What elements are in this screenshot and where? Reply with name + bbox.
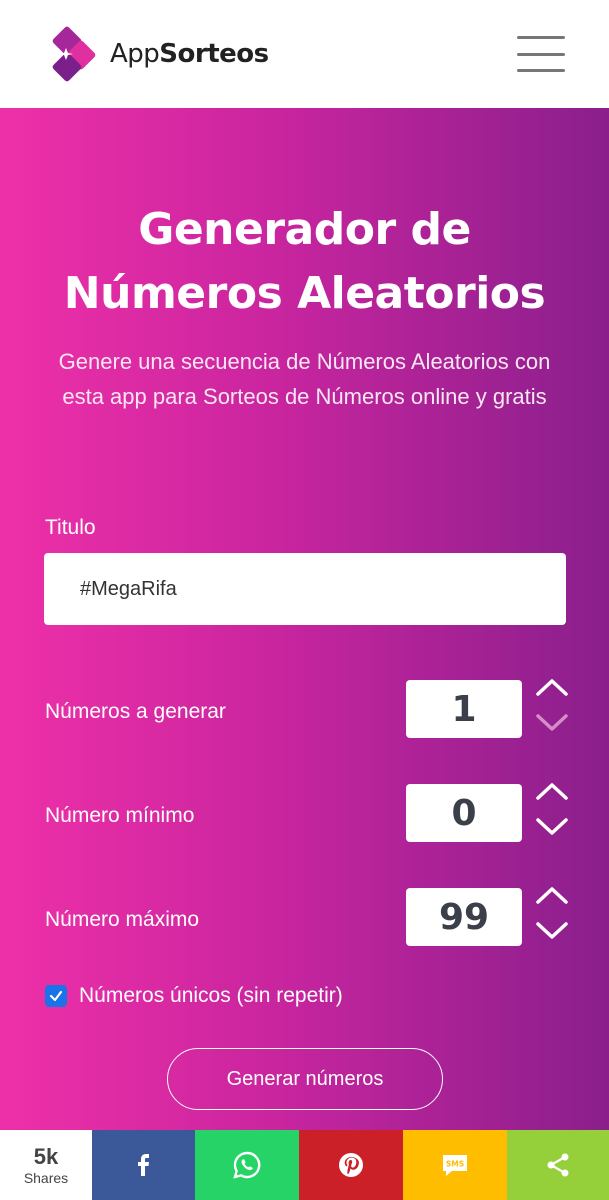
page-subtitle: Genere una secuencia de Números Aleatori… <box>58 349 551 409</box>
share-bar: 5k Shares SMS <box>0 1130 609 1200</box>
hero-section: Generador de Números Aleatorios Genere un… <box>0 108 609 1130</box>
pinterest-share-button[interactable] <box>299 1130 403 1200</box>
chevron-down-icon <box>536 922 568 939</box>
minimum-number-row: Número mínimo 0 <box>45 782 575 862</box>
facebook-icon <box>137 1154 149 1176</box>
maximum-number-label: Número máximo <box>45 908 200 931</box>
numbers-to-generate-increment[interactable] <box>535 676 569 698</box>
share-icon <box>547 1153 569 1177</box>
whatsapp-share-button[interactable] <box>195 1130 299 1200</box>
minimum-number-label: Número mínimo <box>45 804 195 827</box>
logo-text: AppSorteos <box>110 39 269 69</box>
unique-numbers-label: Números únicos (sin repetir) <box>79 984 343 1007</box>
page-title: Generador de Números Aleatorios <box>63 204 546 319</box>
numbers-to-generate-input[interactable]: 1 <box>406 680 522 738</box>
maximum-number-increment[interactable] <box>535 884 569 906</box>
chevron-up-icon <box>536 679 568 696</box>
maximum-number-decrement[interactable] <box>535 920 569 942</box>
minimum-number-input[interactable]: 0 <box>406 784 522 842</box>
numbers-to-generate-label: Números a generar <box>45 700 226 723</box>
share-count-label: Shares <box>23 1170 69 1186</box>
unique-numbers-option[interactable]: Números únicos (sin repetir) <box>45 984 343 1008</box>
hamburger-menu-icon[interactable] <box>517 36 565 72</box>
whatsapp-icon <box>233 1151 261 1179</box>
sms-share-button[interactable]: SMS <box>403 1130 507 1200</box>
title-field-label: Titulo <box>45 516 96 539</box>
chevron-down-icon <box>536 818 568 835</box>
chevron-up-icon <box>536 887 568 904</box>
minimum-number-increment[interactable] <box>535 780 569 802</box>
maximum-number-input[interactable]: 99 <box>406 888 522 946</box>
logo[interactable]: AppSorteos <box>46 26 269 82</box>
generic-share-button[interactable] <box>507 1130 609 1200</box>
maximum-number-row: Número máximo 99 <box>45 886 575 966</box>
appsorteos-logo-icon <box>52 26 96 82</box>
chevron-up-icon <box>536 783 568 800</box>
generate-numbers-button[interactable]: Generar números <box>167 1048 443 1110</box>
facebook-share-button[interactable] <box>92 1130 195 1200</box>
minimum-number-decrement[interactable] <box>535 816 569 838</box>
unique-numbers-checkbox[interactable] <box>45 985 67 1007</box>
svg-text:SMS: SMS <box>446 1160 464 1169</box>
chevron-down-icon <box>536 714 568 731</box>
sms-icon: SMS <box>443 1155 467 1176</box>
checkmark-icon <box>49 990 63 1002</box>
pinterest-icon <box>339 1153 363 1177</box>
header: AppSorteos <box>0 0 609 108</box>
title-input[interactable] <box>44 553 566 625</box>
share-count: 5k Shares <box>0 1130 92 1200</box>
share-count-number: 5k <box>33 1144 59 1169</box>
numbers-to-generate-decrement[interactable] <box>535 712 569 734</box>
numbers-to-generate-row: Números a generar 1 <box>45 678 575 758</box>
